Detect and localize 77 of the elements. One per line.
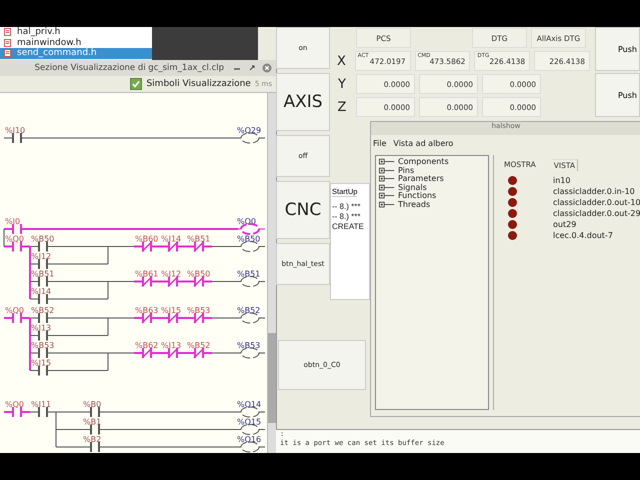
menu-item[interactable]: File — [373, 138, 386, 148]
tree-item[interactable]: Components — [398, 158, 449, 166]
expand-icon[interactable] — [378, 184, 396, 192]
open-contact: %I12 — [30, 252, 56, 268]
closed-contact: %B53 — [186, 306, 212, 324]
open-contact: %I14 — [30, 286, 56, 304]
push-button[interactable]: Push — [595, 27, 640, 71]
checkbox[interactable] — [130, 78, 142, 90]
closed-contact: %I12 — [160, 269, 186, 287]
log-line: CREATE — [332, 222, 364, 231]
signal-name: in10 — [553, 176, 570, 185]
open-contact: %I10 — [4, 126, 30, 143]
axis-label: Y — [337, 76, 347, 94]
log-line: -- 8.) *** — [332, 212, 360, 221]
signal-name: classicladder.0.in-10 — [553, 187, 635, 196]
open-contact: %I0 — [4, 216, 30, 234]
open-contact: %Q0 — [4, 234, 30, 251]
open-contact: %Q0 — [4, 306, 30, 323]
signal-name: lcec.0.4.dout-7 — [553, 231, 613, 240]
closed-contact: %B50 — [186, 269, 212, 287]
signal-name: classicladder.0.out-29 — [553, 209, 640, 218]
open-contact: %Q0 — [4, 400, 30, 417]
close-icon[interactable] — [262, 63, 272, 73]
ladder-coil: %B52 — [237, 306, 266, 324]
open-contact: %B1 — [82, 418, 108, 434]
tree-item[interactable]: Pins — [398, 166, 414, 175]
ladder-coil: %B50 — [237, 234, 266, 252]
ladder-coil: %Q0 — [237, 216, 266, 234]
closed-contact: %I13 — [160, 341, 186, 359]
tree-item[interactable]: Signals — [398, 184, 427, 192]
expand-icon[interactable] — [378, 175, 396, 184]
expand-icon[interactable] — [378, 200, 396, 209]
open-contact: %I11 — [30, 400, 56, 417]
log-line: -- 8.) *** — [332, 202, 360, 211]
axis-label: X — [336, 52, 347, 70]
ladder-coil: %Q29 — [237, 126, 266, 144]
panel-button[interactable]: AXIS — [276, 73, 330, 131]
open-contact: %B2 — [82, 435, 108, 452]
closed-contact: %B52 — [186, 341, 212, 359]
ladder-coil: %Q14 — [237, 400, 266, 418]
closed-contact: %I15 — [160, 306, 186, 324]
file-icon — [4, 38, 11, 47]
open-contact: %B52 — [30, 306, 56, 323]
menu-item[interactable]: Vista ad albero — [393, 138, 454, 148]
open-contact: %B0 — [82, 400, 108, 417]
expand-icon[interactable] — [378, 158, 396, 166]
ladder-coil: %Q15 — [237, 418, 266, 435]
panel-button[interactable]: CNC — [276, 181, 330, 239]
open-contact: %B51 — [30, 269, 56, 286]
scrollbar[interactable] — [267, 93, 276, 453]
ladder-coil: %B51 — [237, 269, 266, 286]
maximize-icon[interactable] — [247, 63, 257, 73]
closed-contact: %B60 — [134, 234, 160, 252]
ladder-coil: %Q16 — [237, 435, 266, 452]
signal-name: classicladder.0.out-10 — [553, 198, 640, 207]
closed-contact: %I14 — [160, 234, 186, 252]
closed-contact: %B62 — [134, 341, 160, 359]
ladder-coil: %B53 — [237, 341, 266, 358]
open-contact: %I13 — [30, 324, 56, 340]
expand-icon[interactable] — [378, 166, 396, 175]
closed-contact: %B61 — [134, 269, 160, 287]
tree-item[interactable]: Parameters — [398, 175, 444, 184]
closed-contact: %B51 — [186, 234, 212, 252]
open-contact: %B53 — [30, 341, 56, 358]
open-contact: %B50 — [30, 234, 56, 251]
open-contact: %I15 — [30, 358, 56, 376]
window-title: Sezione Visualizzazione di gc_sim_1ax_cl.clp — [34, 63, 224, 73]
expand-icon[interactable] — [378, 192, 396, 200]
closed-contact: %B63 — [134, 306, 160, 324]
tree-item[interactable]: Threads — [398, 200, 430, 209]
axis-label: Z — [336, 98, 348, 116]
signal-name: out29 — [553, 220, 576, 229]
source-file-entry[interactable]: hal_priv.h — [0, 27, 152, 38]
push-button[interactable]: Push — [595, 73, 640, 117]
checkbox-label: Simboli Visualizzazione — [146, 79, 251, 89]
tree-item[interactable]: Functions — [398, 192, 436, 200]
source-file-entry[interactable]: mainwindow.h — [0, 38, 152, 48]
